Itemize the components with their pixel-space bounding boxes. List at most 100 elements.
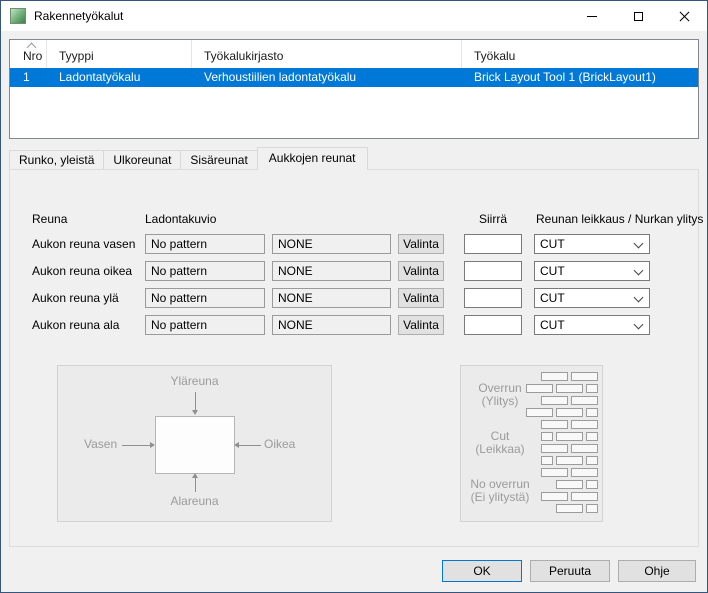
cut-select[interactable]: CUT — [534, 288, 650, 308]
pattern-preview-field[interactable]: No pattern — [145, 234, 265, 254]
brick — [556, 384, 583, 393]
cut-select[interactable]: CUT — [534, 261, 650, 281]
valinta-button[interactable]: Valinta — [398, 288, 444, 308]
window-title: Rakennetyökalut — [34, 1, 123, 31]
chevron-down-icon — [634, 239, 644, 249]
brick — [541, 432, 553, 441]
arrow-right-icon — [122, 445, 150, 446]
brick — [586, 432, 598, 441]
column-label: Tyyppi — [59, 49, 94, 63]
brick — [541, 444, 568, 453]
cut-select[interactable]: CUT — [534, 234, 650, 254]
close-button[interactable] — [661, 1, 707, 31]
brick — [571, 396, 598, 405]
tool-list: Nro Tyyppi Työkalukirjasto Työkalu 1 Lad… — [9, 39, 699, 139]
cancel-button[interactable]: Peruuta — [530, 560, 610, 582]
edge-row-yla: Aukon reuna ylä No pattern NONE Valinta … — [10, 288, 698, 308]
arrow-left-icon — [239, 445, 261, 446]
legend-line: (Ylitys) — [461, 395, 539, 408]
edge-diagram: Yläreuna Vasen Oikea Alareuna — [57, 365, 332, 522]
cell-tyokalu: Brick Layout Tool 1 (BrickLayout1) — [474, 68, 656, 87]
cut-select-value: CUT — [540, 264, 565, 278]
pattern-name-field[interactable]: NONE — [272, 315, 391, 335]
table-row[interactable]: 1 Ladontatyökalu Verhoustiilien ladontat… — [10, 68, 698, 87]
ok-button[interactable]: OK — [442, 560, 522, 582]
app-icon — [10, 8, 26, 24]
column-label: Työkalu — [474, 49, 515, 63]
tab-sisareunat[interactable]: Sisäreunat — [180, 150, 257, 169]
brick — [556, 456, 583, 465]
brick — [556, 504, 583, 513]
brick — [571, 444, 598, 453]
dialog-rakennetyokalut: Rakennetyökalut Nro Tyyppi Työkalukirjas… — [0, 0, 708, 593]
pattern-preview-field[interactable]: No pattern — [145, 315, 265, 335]
edge-row-label: Aukon reuna vasen — [32, 234, 135, 254]
cell-tyokalukirjasto: Verhoustiilien ladontatyökalu — [204, 68, 356, 87]
chevron-down-icon — [634, 293, 644, 303]
cell-tyyppi: Ladontatyökalu — [59, 68, 140, 87]
legend-line: (Ei ylitystä) — [461, 491, 539, 504]
edge-row-label: Aukon reuna oikea — [32, 261, 132, 281]
cut-select-value: CUT — [540, 237, 565, 251]
valinta-button[interactable]: Valinta — [398, 261, 444, 281]
opening-rect — [155, 416, 235, 474]
edge-row-oikea: Aukon reuna oikea No pattern NONE Valint… — [10, 261, 698, 281]
edge-row-label: Aukon reuna ala — [32, 315, 119, 335]
pattern-preview-field[interactable]: No pattern — [145, 261, 265, 281]
shift-input[interactable] — [464, 315, 522, 335]
brick — [541, 420, 568, 429]
minimize-icon — [587, 16, 597, 17]
column-header-tyyppi[interactable]: Tyyppi — [47, 40, 192, 68]
legend-line: (Leikkaa) — [461, 443, 539, 456]
legend-cut: Cut (Leikkaa) — [461, 430, 539, 456]
pattern-preview-field[interactable]: No pattern — [145, 288, 265, 308]
tab-runko-yleista[interactable]: Runko, yleistä — [9, 150, 104, 169]
header-ladontakuvio: Ladontakuvio — [145, 212, 216, 226]
pattern-name-field[interactable]: NONE — [272, 261, 391, 281]
brick — [586, 408, 598, 417]
titlebar[interactable]: Rakennetyökalut — [1, 1, 707, 31]
shift-input[interactable] — [464, 261, 522, 281]
brick — [526, 384, 553, 393]
tab-aukkojen-reunat[interactable]: Aukkojen reunat — [257, 147, 368, 170]
cut-select-value: CUT — [540, 318, 565, 332]
tab-strip: Runko, yleistä Ulkoreunat Sisäreunat Auk… — [9, 147, 368, 169]
tab-panel-aukkojen-reunat: Reuna Ladontakuvio Siirrä Reunan leikkau… — [9, 169, 699, 547]
edge-label-top: Yläreuna — [58, 374, 331, 388]
brick — [571, 468, 598, 477]
close-icon — [679, 11, 690, 22]
cut-select[interactable]: CUT — [534, 315, 650, 335]
brick — [586, 384, 598, 393]
chevron-down-icon — [634, 266, 644, 276]
tab-ulkoreunat[interactable]: Ulkoreunat — [103, 150, 181, 169]
column-label: Työkalukirjasto — [204, 49, 283, 63]
column-header-nro[interactable]: Nro — [10, 40, 47, 68]
brick — [541, 468, 568, 477]
maximize-button[interactable] — [615, 1, 661, 31]
arrow-down-icon — [195, 392, 196, 410]
brick — [556, 408, 583, 417]
shift-input[interactable] — [464, 288, 522, 308]
column-header-tyokalu[interactable]: Työkalu — [462, 40, 698, 68]
minimize-button[interactable] — [569, 1, 615, 31]
brick — [586, 456, 598, 465]
edge-label-right: Oikea — [264, 437, 295, 451]
help-button[interactable]: Ohje — [618, 560, 696, 582]
brick — [541, 372, 568, 381]
header-leikkaus: Reunan leikkaus / Nurkan ylitys — [536, 212, 703, 226]
edge-row-ala: Aukon reuna ala No pattern NONE Valinta … — [10, 315, 698, 335]
pattern-name-field[interactable]: NONE — [272, 234, 391, 254]
edge-label-left: Vasen — [84, 437, 117, 451]
valinta-button[interactable]: Valinta — [398, 315, 444, 335]
arrow-up-icon — [195, 478, 196, 492]
column-header-tyokalukirjasto[interactable]: Työkalukirjasto — [192, 40, 462, 68]
shift-input[interactable] — [464, 234, 522, 254]
brick — [586, 480, 598, 489]
brick — [571, 492, 598, 501]
pattern-name-field[interactable]: NONE — [272, 288, 391, 308]
header-reuna: Reuna — [32, 212, 67, 226]
maximize-icon — [634, 12, 643, 21]
legend-no-overrun: No overrun (Ei ylitystä) — [461, 478, 539, 504]
valinta-button[interactable]: Valinta — [398, 234, 444, 254]
brick — [541, 396, 568, 405]
